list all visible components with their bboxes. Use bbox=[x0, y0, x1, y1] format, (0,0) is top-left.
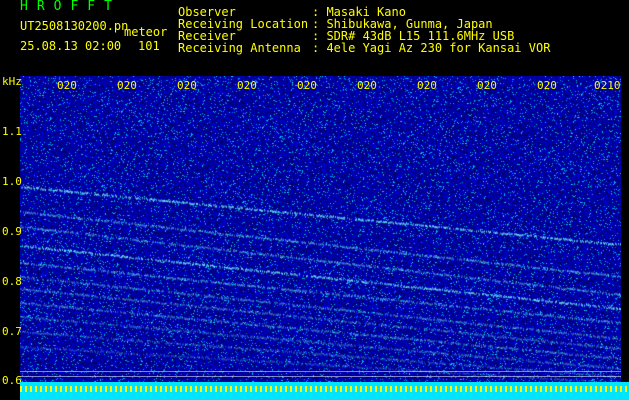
y-tick-label: 1.1 bbox=[2, 125, 22, 138]
x-tick-label: 020 bbox=[357, 79, 377, 92]
y-tick-label: 0.7 bbox=[2, 325, 22, 338]
file-name: UT2508130200.pn bbox=[20, 19, 129, 33]
antenna-value: : 4ele Yagi Az 230 for Kansai VOR bbox=[312, 41, 551, 55]
y-tick-label: 0.9 bbox=[2, 225, 22, 238]
y-tick-label: 0.8 bbox=[2, 275, 22, 288]
x-tick-label: 020 bbox=[537, 79, 557, 92]
x-tick-label: 020 bbox=[57, 79, 77, 92]
baseline-line bbox=[20, 371, 621, 372]
antenna-label: Receiving Antenna bbox=[178, 41, 301, 55]
y-axis-unit: kHz bbox=[2, 75, 22, 88]
y-tick-label: 1.0 bbox=[2, 175, 22, 188]
file-type: meteor bbox=[124, 25, 168, 39]
file-datetime: 25.08.13 02:00 bbox=[20, 39, 122, 53]
meteor-count: 101 bbox=[138, 39, 160, 53]
x-tick-label: 020 bbox=[177, 79, 197, 92]
x-tick-label: 020 bbox=[297, 79, 317, 92]
x-tick-label: 0210 bbox=[594, 79, 621, 92]
app-logo: HROFFT bbox=[20, 0, 121, 14]
baseline-line bbox=[20, 376, 621, 377]
spectrogram bbox=[20, 76, 621, 382]
bottom-tick-strip bbox=[20, 386, 629, 392]
x-tick-label: 020 bbox=[477, 79, 497, 92]
x-tick-label: 020 bbox=[117, 79, 137, 92]
y-tick-label: 0.6 bbox=[2, 374, 22, 387]
x-tick-label: 020 bbox=[237, 79, 257, 92]
x-tick-label: 020 bbox=[417, 79, 437, 92]
